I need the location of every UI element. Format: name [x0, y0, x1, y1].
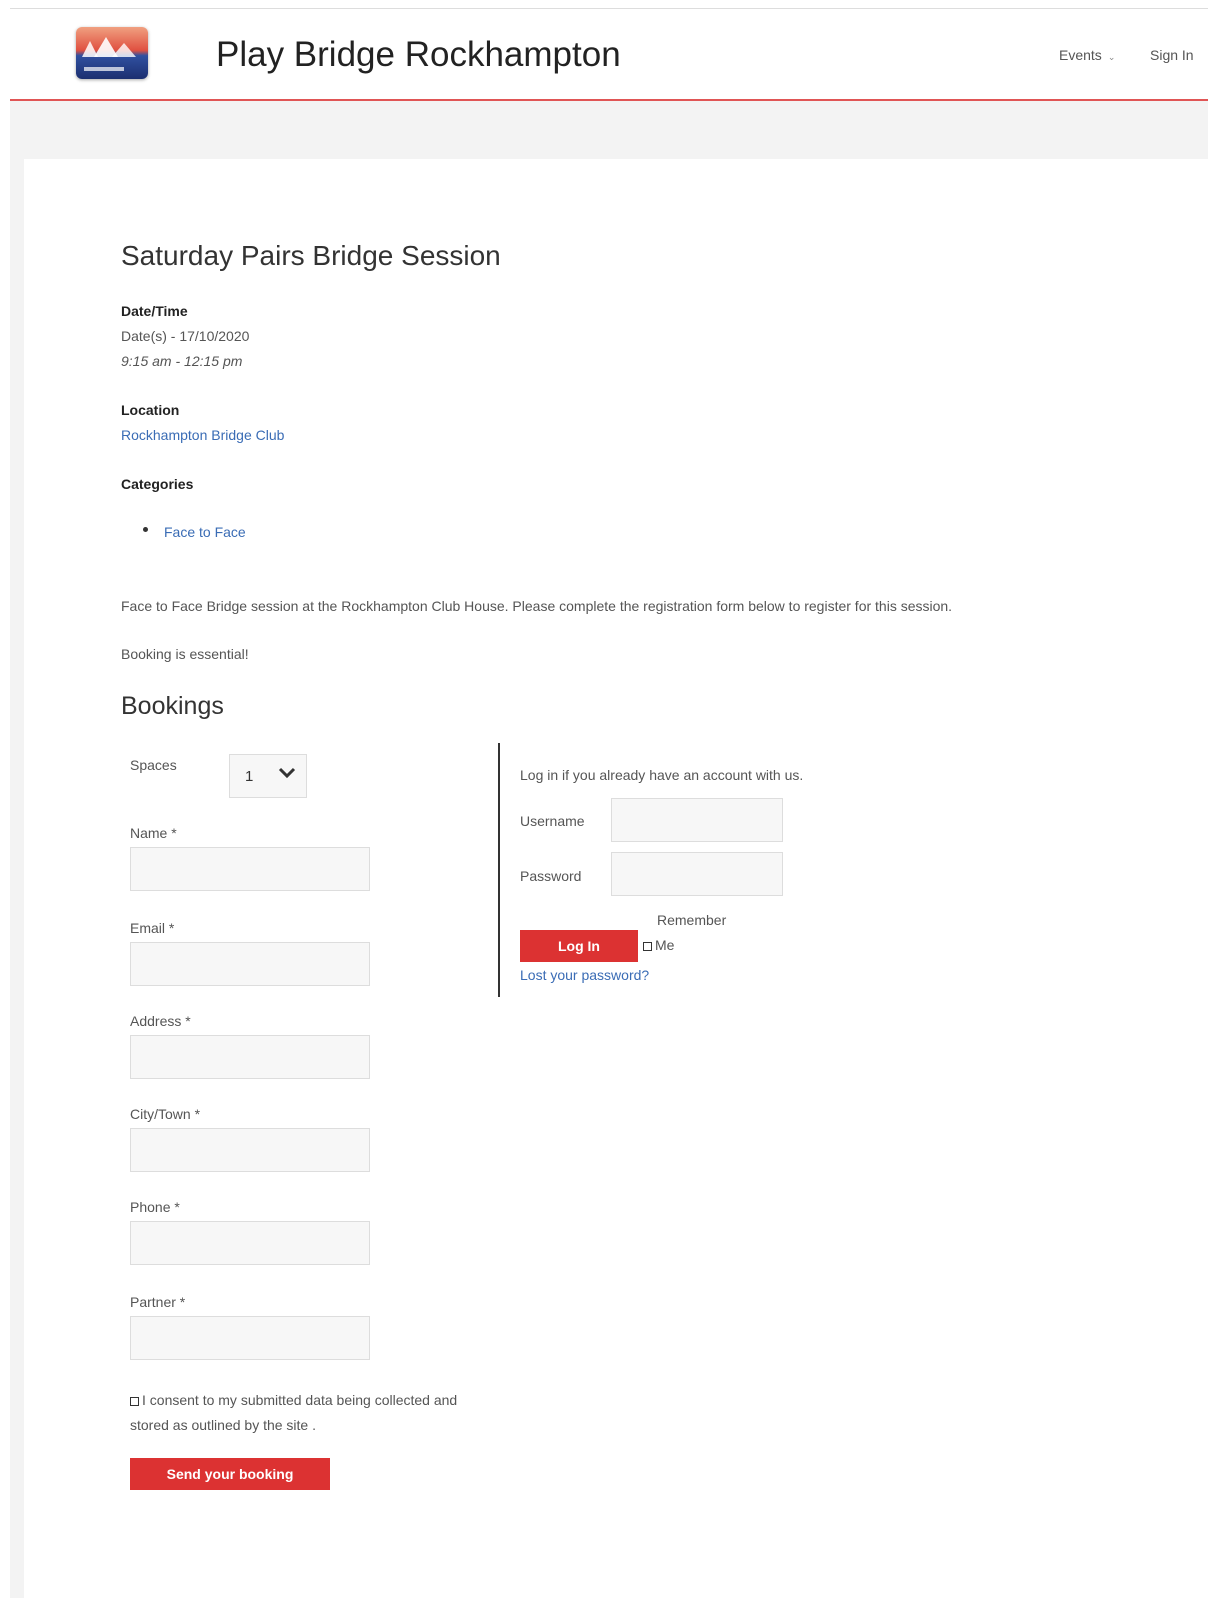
location-link[interactable]: Rockhampton Bridge Club	[121, 427, 284, 443]
consent-text: I consent to my submitted data being col…	[130, 1392, 458, 1433]
location-label: Location	[121, 402, 180, 418]
name-input[interactable]	[130, 847, 370, 891]
site-title[interactable]: Play Bridge Rockhampton	[216, 35, 621, 75]
nav-events-menu[interactable]: Events ⌄	[1059, 47, 1115, 63]
name-label: Name *	[130, 825, 177, 841]
login-divider	[498, 743, 500, 997]
phone-label: Phone *	[130, 1199, 180, 1215]
site-logo[interactable]	[76, 27, 148, 79]
remember-me-row: Me	[643, 937, 674, 953]
partner-input[interactable]	[130, 1316, 370, 1360]
address-input[interactable]	[130, 1035, 370, 1079]
username-input[interactable]	[611, 798, 783, 842]
category-link[interactable]: Face to Face	[164, 524, 246, 540]
nav-events-label: Events	[1059, 47, 1102, 63]
password-label: Password	[520, 868, 582, 884]
email-input[interactable]	[130, 942, 370, 986]
password-input[interactable]	[611, 852, 783, 896]
spaces-select[interactable]: 1	[229, 754, 307, 798]
partner-label: Partner *	[130, 1294, 186, 1310]
chevron-down-icon	[278, 767, 296, 779]
spaces-value: 1	[245, 768, 254, 785]
address-label: Address *	[130, 1013, 191, 1029]
phone-input[interactable]	[130, 1221, 370, 1265]
event-time: 9:15 am - 12:15 pm	[121, 353, 243, 369]
city-label: City/Town *	[130, 1106, 201, 1122]
left-margin	[10, 159, 24, 1598]
bookings-heading: Bookings	[121, 692, 224, 720]
send-booking-button[interactable]: Send your booking	[130, 1458, 330, 1490]
remember-me-checkbox[interactable]	[643, 941, 652, 951]
categories-label: Categories	[121, 476, 194, 492]
booking-note: Booking is essential!	[121, 646, 249, 662]
city-input[interactable]	[130, 1128, 370, 1172]
remember-label: Remember	[657, 912, 727, 928]
lost-password-link[interactable]: Lost your password?	[520, 967, 649, 983]
chevron-down-icon: ⌄	[1107, 52, 1116, 62]
event-description: Face to Face Bridge session at the Rockh…	[121, 598, 953, 614]
event-title: Saturday Pairs Bridge Session	[121, 240, 501, 271]
nav-sign-in-link[interactable]: Sign In	[1150, 47, 1194, 63]
spaces-label: Spaces	[130, 757, 177, 773]
consent-checkbox[interactable]	[130, 1396, 139, 1406]
email-label: Email *	[130, 920, 175, 936]
logo-image	[76, 27, 148, 79]
page-banner	[10, 101, 1208, 159]
username-label: Username	[520, 813, 585, 829]
bullet-icon	[143, 527, 148, 532]
consent-row: I consent to my submitted data being col…	[130, 1388, 470, 1438]
site-header: Play Bridge Rockhampton Events ⌄ Sign In	[10, 9, 1208, 101]
event-dates: Date(s) - 17/10/2020	[121, 328, 250, 344]
datetime-label: Date/Time	[121, 303, 188, 319]
log-in-button[interactable]: Log In	[520, 930, 638, 962]
login-intro: Log in if you already have an account wi…	[520, 767, 804, 783]
remember-me-text: Me	[655, 937, 675, 953]
